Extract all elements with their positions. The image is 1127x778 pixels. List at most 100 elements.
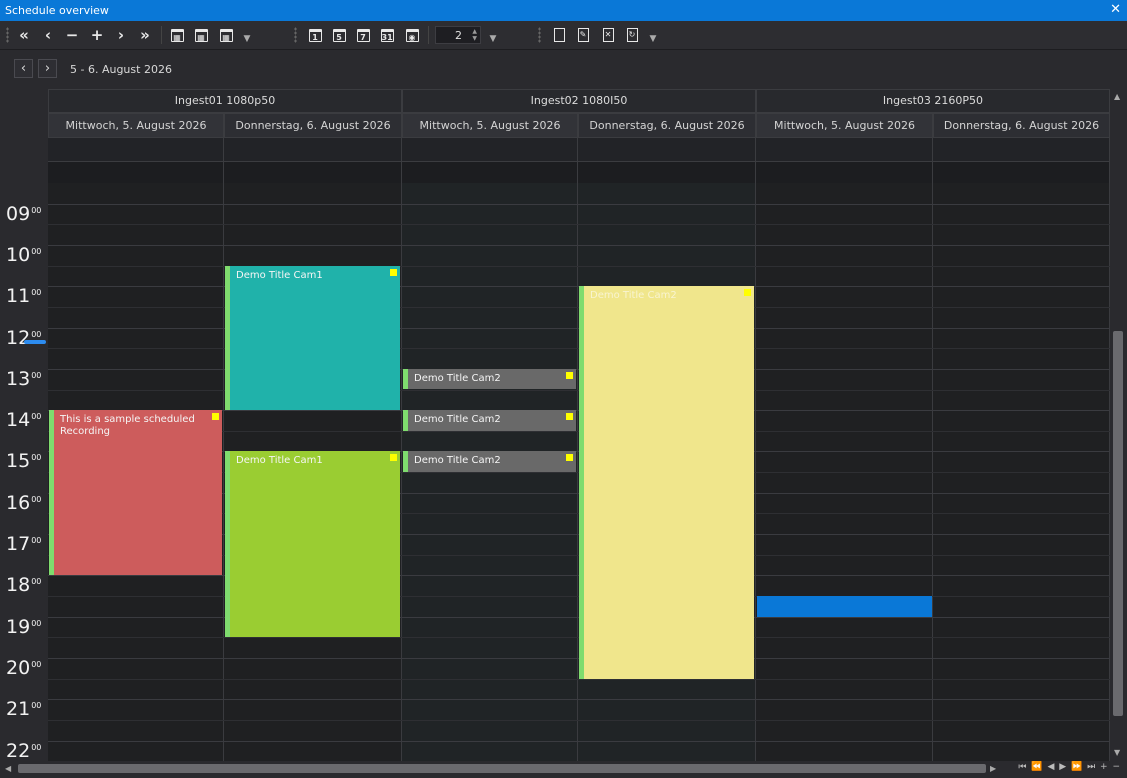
hour-label: 1100 xyxy=(6,285,41,325)
hour-value: 12 xyxy=(6,326,31,349)
toolbar-grip[interactable] xyxy=(538,27,541,43)
calendar-day-view-icon[interactable]: ▦ xyxy=(167,25,187,45)
hour-value: 10 xyxy=(6,243,31,266)
close-icon[interactable]: ✕ xyxy=(1110,2,1121,17)
calendar-settings-icon[interactable]: ▦ xyxy=(216,25,236,45)
minute-value: 00 xyxy=(31,453,42,463)
resources-per-page-spinner[interactable]: 2 ▲ ▼ xyxy=(435,26,481,44)
work-week-view-icon[interactable]: 5 xyxy=(329,25,349,45)
minute-value: 00 xyxy=(31,701,42,711)
appointment-status-bar xyxy=(403,410,408,431)
last-page-button[interactable]: » xyxy=(135,25,155,45)
vertical-scrollbar[interactable]: ▲ ▼ xyxy=(1110,89,1127,761)
half-hour-gridline xyxy=(48,719,1110,721)
appointment-title: This is a sample scheduled Recording xyxy=(60,414,195,438)
minute-value: 00 xyxy=(31,742,42,752)
next-date-button[interactable]: › xyxy=(38,59,57,78)
all-day-cell[interactable] xyxy=(48,138,224,162)
resource-header: Ingest01 1080p50 xyxy=(48,89,402,113)
reminder-flag-icon xyxy=(390,454,397,462)
first-page-button[interactable]: « xyxy=(14,25,34,45)
minute-value: 00 xyxy=(31,205,42,215)
appointment-status-bar xyxy=(579,286,584,679)
all-day-cell[interactable] xyxy=(402,138,578,162)
appointment[interactable]: This is a sample scheduled Recording xyxy=(49,410,222,576)
delete-document-icon[interactable]: ✕ xyxy=(598,25,618,45)
all-day-cell[interactable] xyxy=(756,138,933,162)
separator xyxy=(428,26,429,44)
hour-label: 1500 xyxy=(6,450,41,490)
horizontal-scroll-thumb[interactable] xyxy=(18,764,986,773)
view-dropdown-icon[interactable]: ▼ xyxy=(242,29,252,49)
minute-value: 00 xyxy=(31,288,42,298)
current-time-marker xyxy=(24,340,46,344)
appointment[interactable]: Demo Title Cam2 xyxy=(403,368,576,390)
appointment[interactable]: Demo Title Cam1 xyxy=(225,265,400,411)
hour-value: 18 xyxy=(6,574,31,597)
previous-date-button[interactable]: ‹ xyxy=(14,59,33,78)
appointment[interactable]: Demo Title Cam2 xyxy=(579,286,754,679)
new-document-icon[interactable] xyxy=(549,25,569,45)
zoom-in-button[interactable]: + xyxy=(87,25,107,45)
hour-label: 1200 xyxy=(6,327,41,367)
document-dropdown-icon[interactable]: ▼ xyxy=(648,29,658,49)
hour-value: 20 xyxy=(6,656,31,679)
date-navigation: ‹ › 5 - 6. August 2026 xyxy=(0,50,1127,88)
zoom-out-button[interactable]: − xyxy=(62,25,82,45)
spinner-dropdown-icon[interactable]: ▼ xyxy=(488,29,498,49)
minute-value: 00 xyxy=(31,494,42,504)
scroll-up-icon[interactable]: ▲ xyxy=(1114,92,1120,101)
all-day-cell[interactable] xyxy=(224,138,402,162)
toolbar-grip[interactable] xyxy=(6,27,9,43)
appointment[interactable]: Demo Title Cam2 xyxy=(403,410,576,431)
scroll-down-icon[interactable]: ▼ xyxy=(1114,748,1120,757)
appointment-status-bar xyxy=(225,265,230,411)
hour-label: 1800 xyxy=(6,574,41,614)
vertical-scroll-thumb[interactable] xyxy=(1113,331,1123,716)
hour-value: 09 xyxy=(6,202,31,225)
hour-gridline xyxy=(48,699,1110,701)
spinner-up-icon[interactable]: ▲ xyxy=(472,28,477,35)
date-range-label: 5 - 6. August 2026 xyxy=(70,63,172,76)
half-hour-gridline xyxy=(48,678,1110,680)
edit-document-icon[interactable]: ✎ xyxy=(573,25,593,45)
reminder-flag-icon xyxy=(390,268,397,276)
resource-header: Ingest02 1080I50 xyxy=(402,89,756,113)
calendar-week-view-icon[interactable]: ▦ xyxy=(191,25,211,45)
scroll-right-icon[interactable]: ▶ xyxy=(990,764,996,773)
next-button[interactable]: › xyxy=(111,25,131,45)
resource-pager[interactable]: ⏮ ⏪ ◀ ▶ ⏩ ⏭ + − xyxy=(1018,762,1121,772)
all-day-cell[interactable] xyxy=(578,138,756,162)
resource-header: Ingest03 2160P50 xyxy=(756,89,1110,113)
week-view-icon[interactable]: 7 xyxy=(353,25,373,45)
selected-time-slot[interactable] xyxy=(757,596,932,617)
reminder-flag-icon xyxy=(566,371,573,379)
all-day-spacer xyxy=(224,162,402,183)
reminder-flag-icon xyxy=(212,413,219,421)
spinner-down-icon[interactable]: ▼ xyxy=(472,35,477,42)
recurrence-document-icon[interactable]: ↻ xyxy=(622,25,642,45)
day-view-icon[interactable]: 1 xyxy=(305,25,325,45)
all-day-spacer xyxy=(933,162,1110,183)
all-day-spacer xyxy=(578,162,756,183)
hour-label: 1300 xyxy=(6,368,41,408)
appointment[interactable]: Demo Title Cam1 xyxy=(225,451,400,638)
horizontal-scrollbar[interactable]: ◀ ▶ ⏮ ⏪ ◀ ▶ ⏩ ⏭ + − xyxy=(0,761,1127,778)
toolbar: « ‹ − + › » ▦ ▦ ▦ ▼ 1 5 7 31 ◉ ▼ ✎ ✕ ↻ ▼ xyxy=(0,21,1127,50)
reminder-flag-icon xyxy=(566,413,573,421)
timeline-view-icon[interactable]: ◉ xyxy=(402,25,422,45)
month-view-icon[interactable]: 31 xyxy=(377,25,397,45)
toolbar-grip[interactable] xyxy=(294,27,297,43)
appointment-title: Demo Title Cam1 xyxy=(236,269,323,281)
all-day-cell[interactable] xyxy=(933,138,1110,162)
hour-label: 2200 xyxy=(6,740,41,761)
previous-button[interactable]: ‹ xyxy=(38,25,58,45)
all-day-spacer xyxy=(402,162,578,183)
hour-value: 11 xyxy=(6,285,31,308)
scroll-left-icon[interactable]: ◀ xyxy=(5,764,11,773)
appointment[interactable]: Demo Title Cam2 xyxy=(403,451,576,473)
day-header: Mittwoch, 5. August 2026 xyxy=(402,113,578,138)
hour-label: 1600 xyxy=(6,492,41,532)
hour-value: 14 xyxy=(6,409,31,432)
hour-label: 0900 xyxy=(6,203,41,243)
